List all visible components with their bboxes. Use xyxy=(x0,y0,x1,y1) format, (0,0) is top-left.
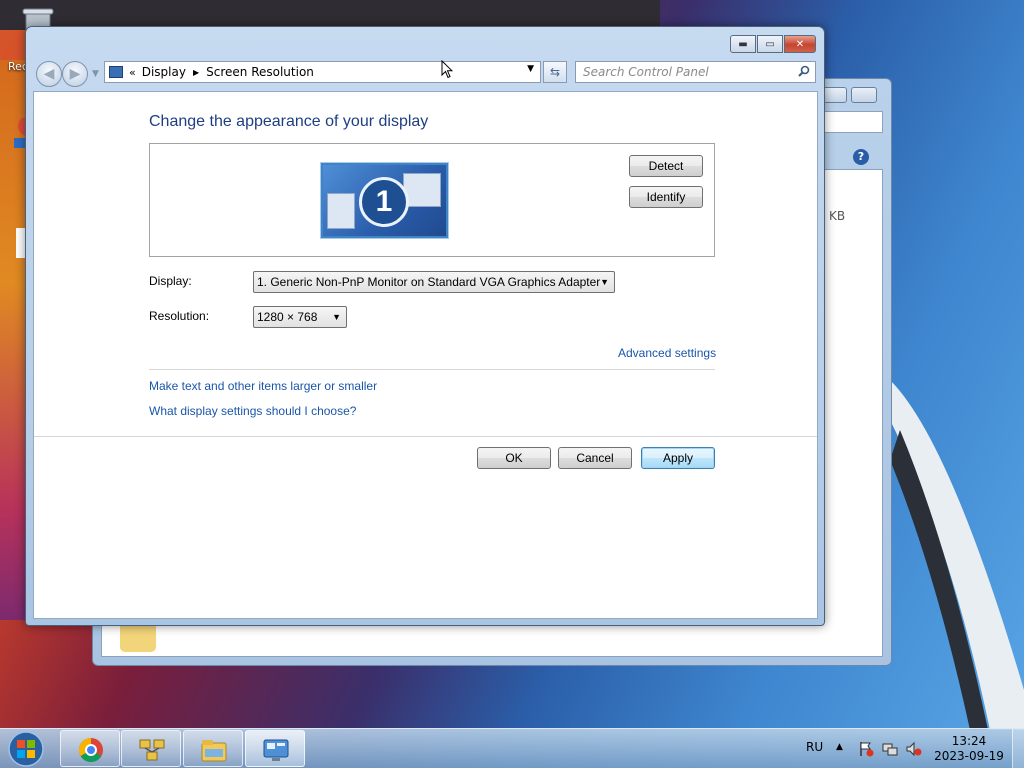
show-desktop-button[interactable] xyxy=(1012,729,1024,768)
explorer-icon xyxy=(201,740,227,762)
show-hidden-icons-icon[interactable]: ▲ xyxy=(836,742,843,752)
control-panel-icon xyxy=(263,739,289,761)
wallpaper-tower xyxy=(890,380,1024,730)
resolution-label: Resolution: xyxy=(149,309,210,323)
taskbar-chrome[interactable] xyxy=(60,730,120,767)
clock-date: 2023-09-19 xyxy=(934,749,1004,763)
breadcrumb-separator-icon[interactable]: ▶ xyxy=(193,68,199,77)
chevron-down-icon: ▼ xyxy=(332,312,341,322)
text-size-link[interactable]: Make text and other items larger or smal… xyxy=(149,379,377,393)
breadcrumb-display[interactable]: Display xyxy=(142,65,186,79)
resolution-select[interactable]: 1280 × 768 ▼ xyxy=(253,306,347,328)
search-placeholder: Search Control Panel xyxy=(583,65,709,79)
display-label: Display: xyxy=(149,274,192,288)
forward-button[interactable]: ▶ xyxy=(62,61,88,87)
page-title: Change the appearance of your display xyxy=(149,113,429,130)
address-dropdown-icon[interactable]: ▼ xyxy=(527,64,534,74)
volume-muted-icon[interactable] xyxy=(906,741,922,757)
search-icon[interactable] xyxy=(798,65,810,77)
taskbar-control-panel[interactable] xyxy=(245,730,305,767)
taskbar-network-app[interactable] xyxy=(121,730,181,767)
taskbar-explorer[interactable] xyxy=(183,730,243,767)
recent-pages-dropdown-icon[interactable]: ▼ xyxy=(92,69,99,79)
monitor-preview-panel: 1 Detect Identify xyxy=(149,143,715,257)
display-select-value: 1. Generic Non-PnP Monitor on Standard V… xyxy=(257,275,601,289)
network-icon xyxy=(139,739,165,761)
display-icon xyxy=(109,66,123,78)
search-input[interactable]: Search Control Panel xyxy=(575,61,816,83)
close-icon[interactable]: ✕ xyxy=(784,35,816,53)
minimize-icon[interactable]: ▬ xyxy=(730,35,756,53)
section-divider xyxy=(149,369,715,370)
mini-window-graphic xyxy=(327,193,355,229)
maximize-icon[interactable]: ▭ xyxy=(757,35,783,53)
folder-icon xyxy=(120,624,156,652)
client-area: Change the appearance of your display 1 … xyxy=(33,91,818,619)
display-select[interactable]: 1. Generic Non-PnP Monitor on Standard V… xyxy=(253,271,615,293)
navigation-bar: ◀ ▶ ▼ « Display ▶ Screen Resolution ▼ ⇆ … xyxy=(34,59,818,87)
breadcrumb-screen-resolution[interactable]: Screen Resolution xyxy=(206,65,314,79)
screen-resolution-window[interactable]: ▬ ▭ ✕ ◀ ▶ ▼ « Display ▶ Screen Resolutio… xyxy=(25,26,825,626)
chrome-icon xyxy=(78,738,103,763)
ok-button[interactable]: OK xyxy=(477,447,551,469)
apply-button[interactable]: Apply xyxy=(641,447,715,469)
identify-button[interactable]: Identify xyxy=(629,186,703,208)
clock[interactable]: 13:24 2023-09-19 xyxy=(930,734,1008,764)
button-row-divider xyxy=(34,436,817,437)
network-status-icon[interactable] xyxy=(882,741,898,757)
clock-time: 13:24 xyxy=(951,734,987,748)
monitor-number: 1 xyxy=(359,177,409,227)
resolution-select-value: 1280 × 768 xyxy=(257,310,318,324)
chevron-down-icon: ▼ xyxy=(600,277,609,287)
bg-close-icon[interactable] xyxy=(851,87,877,103)
cancel-button[interactable]: Cancel xyxy=(558,447,632,469)
caption-buttons: ▬ ▭ ✕ xyxy=(729,35,816,53)
address-bar[interactable]: « Display ▶ Screen Resolution ▼ xyxy=(104,61,541,83)
detect-button[interactable]: Detect xyxy=(629,155,703,177)
taskbar: RU ▲ 13:24 2023-09-19 xyxy=(0,728,1024,768)
bg-file-size: KB xyxy=(829,209,846,223)
language-indicator[interactable]: RU xyxy=(806,740,823,754)
refresh-button[interactable]: ⇆ xyxy=(543,61,567,83)
start-button[interactable] xyxy=(6,730,46,768)
bg-search-field[interactable] xyxy=(823,111,883,133)
display-settings-help-link[interactable]: What display settings should I choose? xyxy=(149,404,356,418)
advanced-settings-link[interactable]: Advanced settings xyxy=(618,346,716,360)
monitor-1-tile[interactable]: 1 xyxy=(321,163,448,238)
help-icon[interactable]: ? xyxy=(853,149,869,165)
back-button[interactable]: ◀ xyxy=(36,61,62,87)
action-center-icon[interactable] xyxy=(858,741,874,757)
breadcrumb-overflow-icon[interactable]: « xyxy=(129,66,136,79)
mouse-cursor-icon xyxy=(441,60,453,79)
